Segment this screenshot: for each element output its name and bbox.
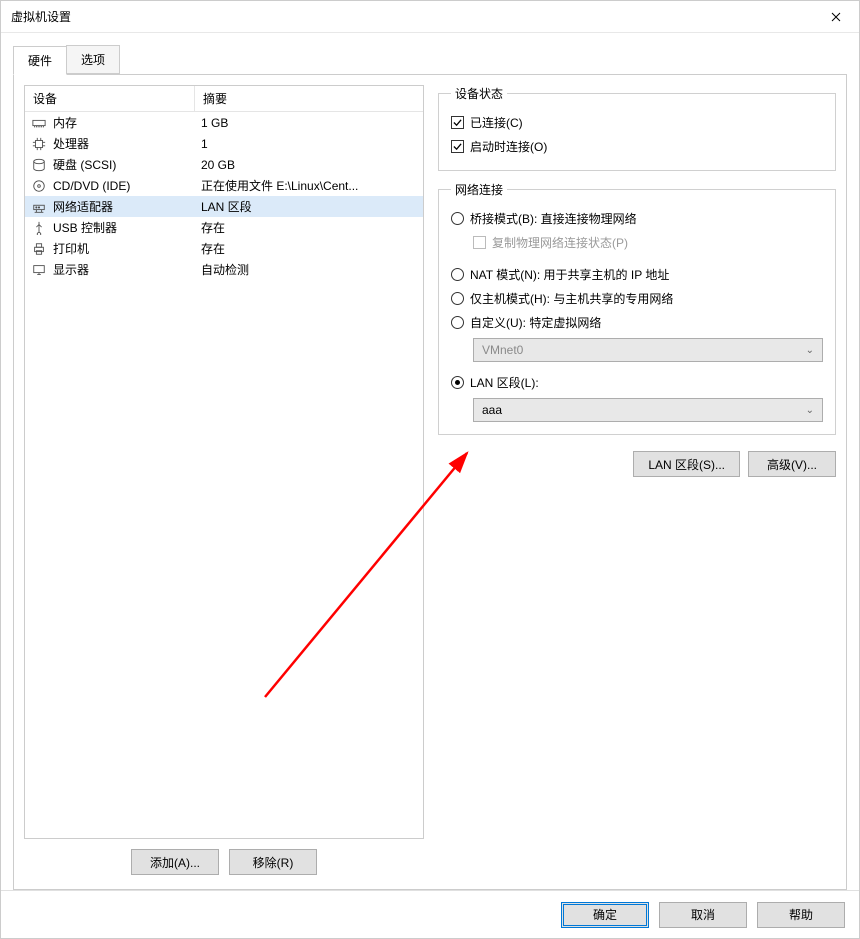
replicate-label: 复制物理网络连接状态(P) xyxy=(492,234,628,251)
tabs: 硬件 选项 xyxy=(13,45,847,75)
cancel-button[interactable]: 取消 xyxy=(659,902,747,928)
col-summary: 摘要 xyxy=(195,86,423,111)
add-button[interactable]: 添加(A)... xyxy=(131,849,219,875)
close-icon xyxy=(831,12,841,22)
usb-icon xyxy=(31,220,47,236)
device-name: 硬盘 (SCSI) xyxy=(53,156,201,173)
device-state-legend: 设备状态 xyxy=(451,85,507,102)
display-icon xyxy=(31,262,47,278)
cd-icon xyxy=(31,178,47,194)
bridged-label: 桥接模式(B): 直接连接物理网络 xyxy=(470,210,637,227)
device-name: 网络适配器 xyxy=(53,198,201,215)
custom-network-combo: VMnet0 ⌄ xyxy=(473,338,823,362)
custom-radio[interactable] xyxy=(451,316,464,329)
network-legend: 网络连接 xyxy=(451,181,507,198)
device-row[interactable]: 显示器自动检测 xyxy=(25,259,423,280)
custom-label: 自定义(U): 特定虚拟网络 xyxy=(470,314,601,331)
device-state-group: 设备状态 已连接(C) 启动时连接(O) xyxy=(438,85,836,171)
hostonly-label: 仅主机模式(H): 与主机共享的专用网络 xyxy=(470,290,673,307)
tab-options[interactable]: 选项 xyxy=(66,45,120,74)
lansegment-radio[interactable] xyxy=(451,376,464,389)
device-list[interactable]: 设备 摘要 内存1 GB处理器1硬盘 (SCSI)20 GBCD/DVD (ID… xyxy=(24,85,424,839)
lansegment-label: LAN 区段(L): xyxy=(470,374,539,391)
device-summary: 存在 xyxy=(201,240,417,257)
device-name: 显示器 xyxy=(53,261,201,278)
connected-label: 已连接(C) xyxy=(470,114,523,131)
dialog-button-bar: 确定 取消 帮助 xyxy=(1,890,859,938)
device-row[interactable]: 打印机存在 xyxy=(25,238,423,259)
lan-segments-button[interactable]: LAN 区段(S)... xyxy=(633,451,740,477)
device-summary: 自动检测 xyxy=(201,261,417,278)
ok-button[interactable]: 确定 xyxy=(561,902,649,928)
network-icon xyxy=(31,199,47,215)
device-name: 打印机 xyxy=(53,240,201,257)
disk-icon xyxy=(31,157,47,173)
check-icon xyxy=(453,118,462,127)
help-button[interactable]: 帮助 xyxy=(757,902,845,928)
device-summary: LAN 区段 xyxy=(201,198,417,215)
connect-on-start-label: 启动时连接(O) xyxy=(470,138,547,155)
network-connection-group: 网络连接 桥接模式(B): 直接连接物理网络 复制物理网络连接状态(P) NAT… xyxy=(438,181,836,435)
device-row[interactable]: 处理器1 xyxy=(25,133,423,154)
lansegment-combo[interactable]: aaa ⌄ xyxy=(473,398,823,422)
connected-checkbox[interactable] xyxy=(451,116,464,129)
device-summary: 1 GB xyxy=(201,116,417,130)
lansegment-value: aaa xyxy=(482,403,502,417)
nat-radio[interactable] xyxy=(451,268,464,281)
device-row[interactable]: 内存1 GB xyxy=(25,112,423,133)
memory-icon xyxy=(31,115,47,131)
device-name: 内存 xyxy=(53,114,201,131)
custom-network-value: VMnet0 xyxy=(482,343,523,357)
chevron-down-icon: ⌄ xyxy=(806,345,814,356)
device-name: USB 控制器 xyxy=(53,219,201,236)
close-button[interactable] xyxy=(813,1,859,33)
hostonly-radio[interactable] xyxy=(451,292,464,305)
device-list-header: 设备 摘要 xyxy=(25,86,423,112)
device-name: 处理器 xyxy=(53,135,201,152)
device-row[interactable]: USB 控制器存在 xyxy=(25,217,423,238)
window-title: 虚拟机设置 xyxy=(11,8,71,25)
device-summary: 存在 xyxy=(201,219,417,236)
advanced-button[interactable]: 高级(V)... xyxy=(748,451,836,477)
check-icon xyxy=(453,142,462,151)
device-row[interactable]: 硬盘 (SCSI)20 GB xyxy=(25,154,423,175)
device-row[interactable]: CD/DVD (IDE)正在使用文件 E:\Linux\Cent... xyxy=(25,175,423,196)
replicate-checkbox xyxy=(473,236,486,249)
device-summary: 20 GB xyxy=(201,158,417,172)
remove-button[interactable]: 移除(R) xyxy=(229,849,317,875)
chevron-down-icon: ⌄ xyxy=(806,405,814,416)
tab-hardware[interactable]: 硬件 xyxy=(13,46,67,75)
col-device: 设备 xyxy=(25,86,195,111)
bridged-radio[interactable] xyxy=(451,212,464,225)
device-summary: 正在使用文件 E:\Linux\Cent... xyxy=(201,177,417,194)
device-row[interactable]: 网络适配器LAN 区段 xyxy=(25,196,423,217)
device-summary: 1 xyxy=(201,137,417,151)
nat-label: NAT 模式(N): 用于共享主机的 IP 地址 xyxy=(470,266,669,283)
printer-icon xyxy=(31,241,47,257)
cpu-icon xyxy=(31,136,47,152)
device-name: CD/DVD (IDE) xyxy=(53,179,201,193)
connect-on-start-checkbox[interactable] xyxy=(451,140,464,153)
title-bar: 虚拟机设置 xyxy=(1,1,859,33)
